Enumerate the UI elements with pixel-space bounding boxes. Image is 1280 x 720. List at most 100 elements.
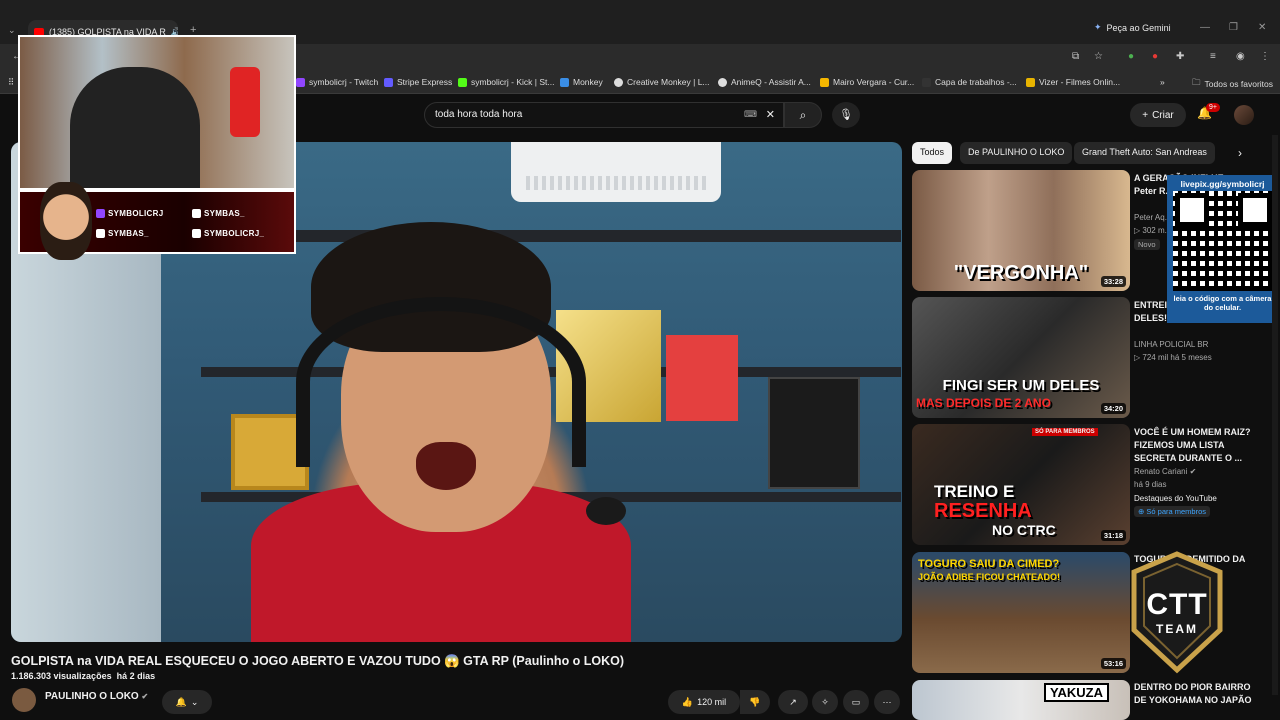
search-input[interactable]: toda hora toda hora ⌨ ✕ — [424, 102, 784, 128]
extension-red-icon[interactable]: ● — [1152, 51, 1158, 62]
rec-title[interactable]: VOCÊ É UM HOMEM RAIZ? FIZEMOS UMA LISTA … — [1134, 426, 1252, 465]
profile-icon[interactable]: ◉ — [1236, 51, 1245, 62]
bookmark-item[interactable]: symbolicrj - Twitch — [296, 77, 378, 87]
video-duration: 34:20 — [1100, 403, 1126, 414]
new-badge: Novo — [1134, 239, 1160, 250]
chip-gta-san-andreas[interactable]: Grand Theft Auto: San Andreas — [1074, 142, 1215, 164]
bookmark-star-icon[interactable]: ☆ — [1094, 51, 1103, 62]
more-actions-button[interactable]: ⋯ — [874, 690, 900, 714]
close-window-icon[interactable]: ✕ — [1258, 22, 1266, 33]
page-scrollbar[interactable] — [1272, 135, 1278, 695]
dislike-button[interactable]: 👎 — [740, 690, 770, 714]
save-button[interactable]: ▭ — [843, 690, 869, 714]
streamer-figure — [70, 67, 200, 188]
upload-date: há 2 dias — [116, 671, 156, 681]
rec-channel: Renato Cariani ✔ — [1134, 467, 1196, 476]
rec-thumbnail[interactable]: YAKUZA — [912, 680, 1130, 720]
channel-name: PAULINHO O LOKO — [45, 691, 139, 702]
all-bookmarks-button[interactable]: 🗀 Todos os favoritos — [1192, 77, 1273, 91]
video-duration: 31:18 — [1100, 530, 1126, 541]
chip-from-channel[interactable]: De PAULINHO O LOKO — [960, 142, 1073, 164]
rec-meta: ▷ 302 m... — [1134, 226, 1171, 235]
qr-code — [1173, 191, 1274, 291]
thumbs-up-icon: 👍 — [681, 696, 694, 707]
video-scene-air-conditioner — [511, 142, 721, 202]
video-duration: 33:28 — [1100, 276, 1126, 287]
all-bookmarks-label: Todos os favoritos — [1204, 79, 1274, 89]
youtube-handle-label: SYMBAS_ — [108, 229, 149, 238]
plus-icon: + — [1142, 109, 1149, 121]
chevron-down-icon: ⌄ — [190, 696, 199, 707]
thumbs-down-icon: 👎 — [749, 696, 761, 707]
gemini-button[interactable]: ✦ Peça ao Gemini — [1094, 22, 1171, 33]
chip-all[interactable]: Todos — [912, 142, 953, 164]
rec-date: há 9 dias — [1134, 480, 1167, 489]
media-icon[interactable]: ≡ — [1210, 51, 1216, 62]
bookmark-label: symbolicrj - Twitch — [309, 77, 379, 87]
account-avatar[interactable] — [1234, 105, 1254, 125]
bookmark-item[interactable]: Capa de trabalhos -... — [922, 77, 1017, 87]
thumbnail-text: "VERGONHA" — [953, 262, 1089, 284]
rec-thumbnail[interactable]: TOGURO SAIU DA CIMED? JOÃO ADIBE FICOU C… — [912, 552, 1130, 673]
bookmark-item[interactable]: Mairo Vergara - Cur... — [820, 77, 914, 87]
voice-search-button[interactable]: 🎙 — [832, 102, 860, 128]
thanks-button[interactable]: ✧ — [812, 690, 838, 714]
twitch-handle: SYMBOLICRJ — [96, 209, 163, 218]
ctt-text: CTT — [1146, 588, 1208, 621]
menu-icon[interactable]: ⋮ — [1260, 51, 1270, 62]
members-icon: ⊕ — [1138, 507, 1145, 516]
bookmark-label: Vizer - Filmes Onlin... — [1039, 77, 1121, 87]
verified-icon: ✔ — [141, 692, 149, 701]
like-button[interactable]: 👍 120 mil — [668, 690, 740, 714]
chips-next-icon[interactable]: › — [1238, 146, 1242, 160]
keyboard-icon[interactable]: ⌨ — [744, 109, 757, 120]
search-value: toda hora toda hora — [435, 109, 523, 120]
thumbnail-text-secondary: JOÃO ADIBE FICOU CHATEADO! — [918, 572, 1061, 582]
bookmark-item[interactable]: Stripe Express — [384, 77, 452, 87]
members-tag: SÓ PARA MEMBROS — [1032, 428, 1098, 436]
youtube-handle: SYMBAS_ — [96, 229, 149, 238]
bookmark-item[interactable]: AnimeQ - Assistir A... — [718, 77, 811, 87]
rec-title[interactable]: DENTRO DO PIOR BAIRRO DE YOKOHAMA NO JAP… — [1134, 681, 1252, 707]
thumbnail-text-secondary: RESENHA — [934, 500, 1032, 522]
save-icon: ▭ — [851, 696, 861, 707]
gemini-icon: ✦ — [1094, 22, 1102, 32]
share-icon: ↗ — [789, 696, 797, 707]
bookmark-item[interactable]: Creative Monkey | L... — [614, 77, 710, 87]
create-button[interactable]: + Criar — [1130, 103, 1186, 127]
apps-icon[interactable]: ⠿ — [8, 77, 14, 88]
more-bookmarks-icon[interactable]: » — [1160, 77, 1165, 87]
thumbnail-text: TOGURO SAIU DA CIMED? — [918, 558, 1060, 570]
video-scene-microphone — [586, 497, 626, 525]
install-icon[interactable]: ⧉ — [1072, 51, 1079, 62]
verified-icon: ✔ — [1189, 467, 1197, 476]
rec-thumbnail[interactable]: FINGI SER UM DELES MAS DEPOIS DE 2 ANO 3… — [912, 297, 1130, 418]
bookmark-label: AnimeQ - Assistir A... — [731, 77, 811, 87]
share-button[interactable]: ↗ — [778, 690, 808, 714]
rec-thumbnail[interactable]: "VERGONHA" 33:28 — [912, 170, 1130, 291]
minimize-icon[interactable]: — — [1200, 22, 1210, 33]
maximize-icon[interactable]: ❐ — [1229, 22, 1238, 33]
channel-name-link[interactable]: PAULINHO O LOKO ✔ — [45, 691, 148, 702]
folder-icon: 🗀 — [1192, 77, 1201, 87]
extension-green-icon[interactable]: ● — [1128, 51, 1134, 62]
video-scene-ac-grill — [526, 176, 706, 190]
youtube-icon — [96, 229, 105, 238]
rec-highlight: Destaques do YouTube — [1134, 494, 1217, 503]
bookmark-item[interactable]: Vizer - Filmes Onlin... — [1026, 77, 1120, 87]
video-scene-red-plaque — [666, 335, 738, 421]
like-count: 120 mil — [697, 697, 727, 707]
search-button[interactable]: ⌕ — [784, 102, 822, 128]
bookmark-item[interactable]: symbolicrj - Kick | St... — [458, 77, 554, 87]
rec-meta: ▷ 724 mil há 5 meses — [1134, 353, 1212, 362]
channel-avatar[interactable] — [12, 688, 36, 712]
bookmark-label: Capa de trabalhos -... — [935, 77, 1017, 87]
thumbnail-text: YAKUZA — [1044, 683, 1109, 702]
extensions-icon[interactable]: ✚ — [1176, 51, 1184, 62]
video-title: GOLPISTA na VIDA REAL ESQUECEU O JOGO AB… — [11, 654, 625, 668]
tab-list-icon[interactable]: ⌄ — [8, 25, 16, 36]
clear-search-icon[interactable]: ✕ — [766, 108, 775, 121]
subscribe-bell-button[interactable]: 🔔 ⌄ — [162, 690, 212, 714]
bookmark-item[interactable]: Monkey — [560, 77, 603, 87]
rec-thumbnail[interactable]: SÓ PARA MEMBROS TREINO E RESENHA NO CTRC… — [912, 424, 1130, 545]
